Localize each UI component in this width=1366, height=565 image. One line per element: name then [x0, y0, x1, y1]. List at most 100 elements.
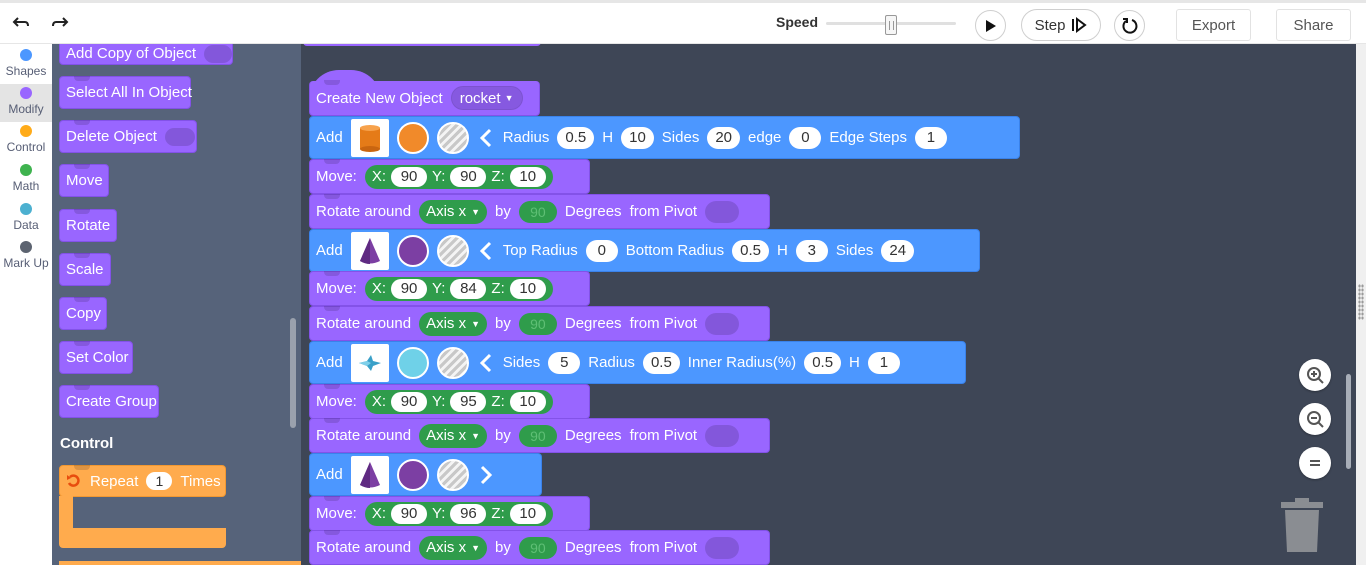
category-shapes[interactable]: Shapes [0, 46, 52, 84]
degrees-input[interactable]: 90 [518, 312, 557, 335]
block-delete-object[interactable]: Delete Object [59, 120, 197, 153]
chevron-left-icon[interactable] [477, 128, 495, 148]
trash-icon[interactable] [1281, 498, 1323, 554]
axis-dropdown[interactable]: Axis x ▼ [419, 199, 488, 224]
x-input[interactable]: 90 [391, 278, 428, 299]
export-button[interactable]: Export [1176, 9, 1251, 41]
param-input[interactable]: 0.5 [642, 351, 680, 374]
shape-thumbnail[interactable] [350, 343, 389, 382]
param-input[interactable]: 1 [914, 126, 947, 149]
block-rotate[interactable]: Rotate [59, 209, 117, 242]
move-block[interactable]: Move: X: 90 Y: 95 Z: 10 [309, 384, 590, 419]
block-copy[interactable]: Copy [59, 297, 107, 330]
param-input[interactable]: 0 [789, 126, 822, 149]
color-swatch[interactable] [396, 234, 429, 267]
block-set-color[interactable]: Set Color [59, 341, 133, 374]
z-input[interactable]: 10 [509, 166, 546, 187]
x-input[interactable]: 90 [391, 391, 428, 412]
z-input[interactable]: 10 [509, 391, 546, 412]
chevron-left-icon[interactable] [477, 353, 495, 373]
color-swatch[interactable] [396, 458, 429, 491]
pivot-input-slot[interactable] [705, 536, 740, 559]
color-swatch[interactable] [396, 121, 429, 154]
play-button[interactable] [975, 10, 1006, 41]
shape-thumbnail[interactable] [350, 231, 389, 270]
y-input[interactable]: 90 [450, 166, 487, 187]
degrees-input[interactable]: 90 [518, 200, 557, 223]
chevron-right-icon[interactable] [477, 465, 495, 485]
object-name-dropdown[interactable]: rocket ▼ [450, 86, 523, 110]
pivot-input-slot[interactable] [705, 312, 740, 335]
param-input[interactable]: 5 [548, 351, 581, 374]
shape-thumbnail[interactable] [350, 455, 389, 494]
rotate-around-block[interactable]: Rotate around Axis x ▼ by 90 Degrees from… [309, 530, 770, 565]
create-new-object-block[interactable]: Create New Object rocket ▼ [309, 80, 540, 116]
param-input[interactable]: 0.5 [732, 239, 769, 262]
axis-dropdown[interactable]: Axis x ▼ [419, 311, 488, 336]
block-move[interactable]: Move [59, 164, 109, 197]
block-create-group[interactable]: Create Group [59, 385, 159, 418]
category-data[interactable]: Data [0, 200, 52, 238]
y-input[interactable]: 96 [450, 503, 487, 524]
block-input-slot[interactable] [204, 44, 232, 63]
block-add-copy-of-object[interactable]: Add Copy of Object [59, 44, 233, 65]
texture-swatch[interactable] [436, 234, 469, 267]
add-shape-block[interactable]: Add Radius 0.5 H 10 Sides 20 edge 0 Edge… [309, 116, 1020, 159]
category-modify[interactable]: Modify [0, 84, 52, 122]
x-input[interactable]: 90 [391, 166, 428, 187]
redo-arrow-icon[interactable] [47, 10, 73, 36]
y-input[interactable]: 84 [450, 278, 487, 299]
share-button[interactable]: Share [1276, 9, 1351, 41]
zoom-reset-button[interactable] [1299, 447, 1331, 479]
x-input[interactable]: 90 [391, 503, 428, 524]
move-block[interactable]: Move: X: 90 Y: 96 Z: 10 [309, 496, 590, 531]
block-select-all-in-object[interactable]: Select All In Object [59, 76, 192, 109]
z-input[interactable]: 10 [509, 278, 546, 299]
pivot-input-slot[interactable] [705, 424, 740, 447]
param-input[interactable]: 3 [795, 239, 828, 262]
block-repeat[interactable]: Repeat 1 Times [59, 465, 226, 497]
move-block[interactable]: Move: X: 90 Y: 90 Z: 10 [309, 159, 590, 194]
add-shape-block[interactable]: Add Sides 5 Radius 0.5 Inner Radius(%) 0… [309, 341, 966, 384]
texture-swatch[interactable] [436, 458, 469, 491]
speed-slider-handle[interactable] [885, 15, 897, 35]
param-input[interactable]: 24 [881, 239, 915, 262]
category-mark-up[interactable]: Mark Up [0, 238, 52, 276]
param-input[interactable]: 10 [621, 126, 654, 149]
rotate-around-block[interactable]: Rotate around Axis x ▼ by 90 Degrees from… [309, 194, 770, 229]
texture-swatch[interactable] [436, 121, 469, 154]
workspace-scrollbar[interactable] [1346, 374, 1351, 469]
shape-thumbnail[interactable] [350, 118, 389, 157]
param-input[interactable]: 1 [867, 351, 900, 374]
add-shape-block[interactable]: Add Top Radius 0 Bottom Radius 0.5 H 3 S… [309, 229, 980, 272]
degrees-input[interactable]: 90 [518, 536, 557, 559]
chevron-left-icon[interactable] [477, 241, 495, 261]
param-input[interactable]: 0.5 [557, 126, 595, 149]
param-input[interactable]: 0.5 [804, 351, 842, 374]
zoom-out-button[interactable] [1299, 403, 1331, 435]
texture-swatch[interactable] [436, 346, 469, 379]
zoom-in-button[interactable] [1299, 359, 1331, 391]
right-resize-bar[interactable] [1356, 44, 1366, 565]
param-input[interactable]: 0 [585, 239, 618, 262]
axis-dropdown[interactable]: Axis x ▼ [419, 535, 488, 560]
block-scale[interactable]: Scale [59, 253, 111, 286]
degrees-input[interactable]: 90 [518, 424, 557, 447]
undo-arrow-icon[interactable] [8, 10, 34, 36]
rotate-around-block[interactable]: Rotate around Axis x ▼ by 90 Degrees from… [309, 418, 770, 453]
param-input[interactable]: 20 [707, 126, 741, 149]
block-input-slot[interactable] [164, 127, 195, 146]
step-button[interactable]: Step [1021, 9, 1101, 41]
z-input[interactable]: 10 [509, 503, 546, 524]
flyout-scrollbar[interactable] [290, 318, 296, 428]
axis-dropdown[interactable]: Axis x ▼ [419, 423, 488, 448]
category-math[interactable]: Math [0, 161, 52, 199]
color-swatch[interactable] [396, 346, 429, 379]
rotate-around-block[interactable]: Rotate around Axis x ▼ by 90 Degrees from… [309, 306, 770, 341]
repeat-count-input[interactable]: 1 [146, 472, 173, 490]
reset-button[interactable] [1114, 10, 1145, 41]
pivot-input-slot[interactable] [705, 200, 740, 223]
category-control[interactable]: Control [0, 122, 52, 160]
add-shape-block[interactable]: Add [309, 453, 542, 496]
y-input[interactable]: 95 [450, 391, 487, 412]
